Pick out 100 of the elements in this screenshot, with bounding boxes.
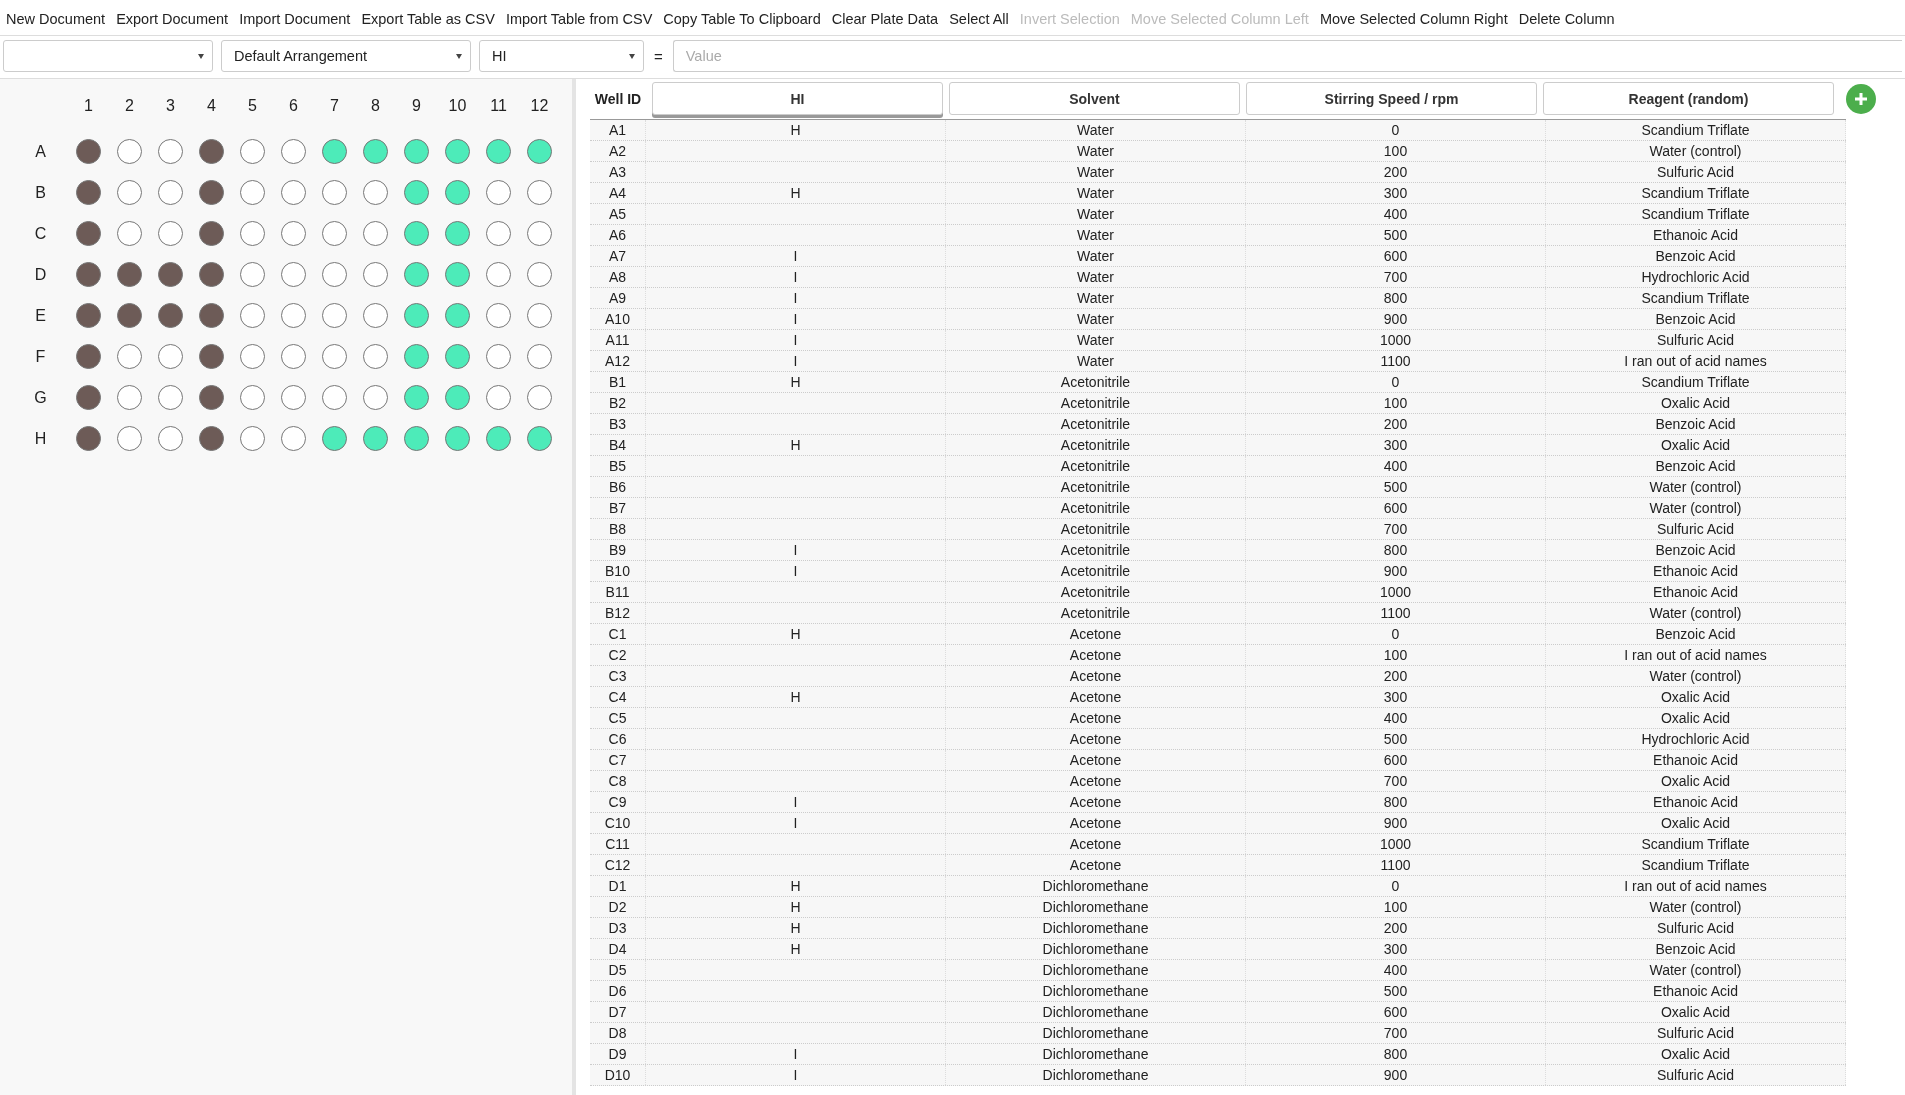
well[interactable] <box>486 180 511 205</box>
well[interactable] <box>527 426 552 451</box>
well[interactable] <box>363 139 388 164</box>
well[interactable] <box>281 385 306 410</box>
well[interactable] <box>363 426 388 451</box>
well[interactable] <box>240 303 265 328</box>
well[interactable] <box>199 385 224 410</box>
well[interactable] <box>404 426 429 451</box>
well[interactable] <box>158 139 183 164</box>
well[interactable] <box>76 385 101 410</box>
well[interactable] <box>445 426 470 451</box>
well[interactable] <box>486 221 511 246</box>
well[interactable] <box>117 303 142 328</box>
well[interactable] <box>199 180 224 205</box>
column-header[interactable]: Stirring Speed / rpm <box>1246 82 1537 115</box>
well[interactable] <box>158 221 183 246</box>
well[interactable] <box>404 139 429 164</box>
well[interactable] <box>445 139 470 164</box>
well[interactable] <box>281 262 306 287</box>
well[interactable] <box>527 385 552 410</box>
dropdown[interactable]: Default Arrangement <box>221 40 471 72</box>
well[interactable] <box>445 262 470 287</box>
well[interactable] <box>199 221 224 246</box>
well[interactable] <box>486 426 511 451</box>
well[interactable] <box>322 180 347 205</box>
well[interactable] <box>445 385 470 410</box>
menu-item[interactable]: Copy Table To Clipboard <box>663 11 821 27</box>
well[interactable] <box>322 139 347 164</box>
well[interactable] <box>527 221 552 246</box>
well[interactable] <box>322 303 347 328</box>
menu-item[interactable]: New Document <box>6 11 106 27</box>
well[interactable] <box>404 262 429 287</box>
well[interactable] <box>527 303 552 328</box>
column-header[interactable]: HI <box>652 82 943 115</box>
well[interactable] <box>445 180 470 205</box>
well[interactable] <box>117 139 142 164</box>
well[interactable] <box>322 426 347 451</box>
well[interactable] <box>240 139 265 164</box>
menu-item[interactable]: Delete Column <box>1518 11 1615 27</box>
well[interactable] <box>117 262 142 287</box>
well[interactable] <box>281 139 306 164</box>
menu-item[interactable]: Select All <box>949 11 1009 27</box>
menu-item[interactable]: Move Selected Column Right <box>1319 11 1508 27</box>
well[interactable] <box>486 139 511 164</box>
well[interactable] <box>76 344 101 369</box>
well[interactable] <box>199 139 224 164</box>
well[interactable] <box>76 426 101 451</box>
well[interactable] <box>240 262 265 287</box>
well[interactable] <box>527 139 552 164</box>
well[interactable] <box>527 180 552 205</box>
well[interactable] <box>199 262 224 287</box>
well[interactable] <box>240 385 265 410</box>
well[interactable] <box>199 426 224 451</box>
well[interactable] <box>322 385 347 410</box>
well[interactable] <box>363 221 388 246</box>
well[interactable] <box>527 262 552 287</box>
well[interactable] <box>363 385 388 410</box>
well[interactable] <box>445 344 470 369</box>
well[interactable] <box>404 221 429 246</box>
well[interactable] <box>322 262 347 287</box>
well[interactable] <box>117 180 142 205</box>
well[interactable] <box>281 180 306 205</box>
well[interactable] <box>76 262 101 287</box>
menu-item[interactable]: Import Table from CSV <box>505 11 653 27</box>
column-header[interactable]: Reagent (random) <box>1543 82 1834 115</box>
menu-item[interactable]: Clear Plate Data <box>831 11 939 27</box>
well[interactable] <box>158 385 183 410</box>
well[interactable] <box>281 221 306 246</box>
well[interactable] <box>158 262 183 287</box>
well[interactable] <box>199 344 224 369</box>
value-field[interactable]: Value <box>672 40 1902 72</box>
well[interactable] <box>117 221 142 246</box>
well[interactable] <box>486 303 511 328</box>
well[interactable] <box>322 221 347 246</box>
well[interactable] <box>240 426 265 451</box>
well[interactable] <box>404 180 429 205</box>
well[interactable] <box>363 262 388 287</box>
menu-item[interactable]: Export Table as CSV <box>361 11 495 27</box>
well[interactable] <box>240 221 265 246</box>
well[interactable] <box>363 303 388 328</box>
well[interactable] <box>76 303 101 328</box>
well[interactable] <box>404 303 429 328</box>
well[interactable] <box>281 303 306 328</box>
add-column-button[interactable] <box>1846 83 1876 114</box>
well[interactable] <box>486 262 511 287</box>
well[interactable] <box>76 139 101 164</box>
well[interactable] <box>281 344 306 369</box>
well[interactable] <box>527 344 552 369</box>
well[interactable] <box>199 303 224 328</box>
well[interactable] <box>76 221 101 246</box>
well[interactable] <box>445 303 470 328</box>
well[interactable] <box>445 221 470 246</box>
well[interactable] <box>363 344 388 369</box>
well[interactable] <box>117 426 142 451</box>
column-header[interactable]: Solvent <box>949 82 1240 115</box>
well[interactable] <box>158 303 183 328</box>
well[interactable] <box>76 180 101 205</box>
well[interactable] <box>404 385 429 410</box>
well[interactable] <box>322 344 347 369</box>
well[interactable] <box>486 385 511 410</box>
